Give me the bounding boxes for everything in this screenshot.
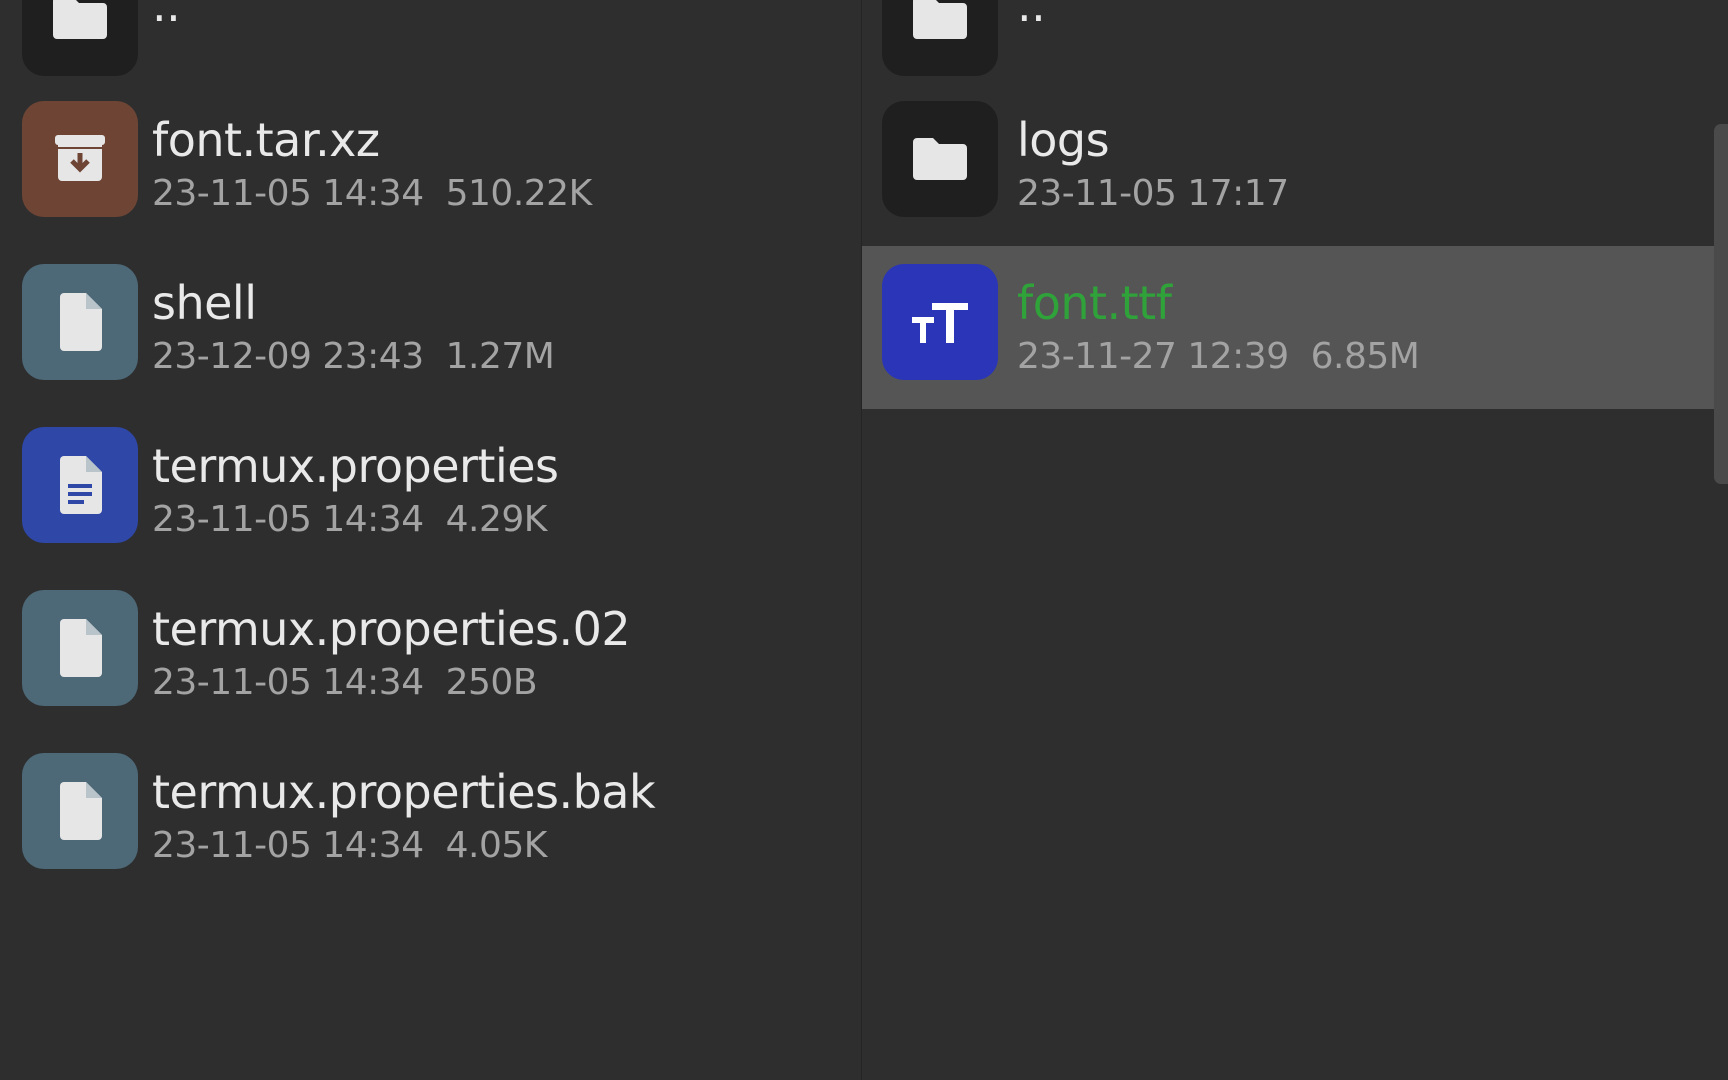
file-name: shell bbox=[152, 276, 257, 330]
file-name: font.tar.xz bbox=[152, 113, 380, 167]
list-item[interactable]: termux.properties 23-11-05 14:34 4.29K bbox=[0, 409, 861, 572]
folder-icon bbox=[882, 101, 998, 217]
file-size: 510.22K bbox=[445, 173, 593, 214]
file-meta: 23-11-05 14:34 4.29K bbox=[152, 499, 547, 540]
file-date: 23-11-05 14:34 bbox=[152, 825, 424, 866]
parent-directory-row[interactable]: .. bbox=[0, 0, 861, 83]
file-size: 1.27M bbox=[445, 336, 555, 377]
file-meta: 23-12-09 23:43 1.27M bbox=[152, 336, 555, 377]
file-meta: 23-11-05 17:17 bbox=[1017, 173, 1289, 214]
file-name: logs bbox=[1017, 113, 1110, 167]
folder-icon bbox=[22, 0, 138, 76]
file-icon bbox=[22, 264, 138, 380]
file-size: 6.85M bbox=[1310, 336, 1420, 377]
right-pane: .. logs 23-11-05 17:17 font.ttf 23-11-27… bbox=[862, 0, 1728, 1080]
file-meta: 23-11-05 14:34 4.05K bbox=[152, 825, 547, 866]
file-size: 4.29K bbox=[445, 499, 548, 540]
file-meta: 23-11-05 14:34 510.22K bbox=[152, 173, 592, 214]
archive-icon bbox=[22, 101, 138, 217]
file-icon bbox=[22, 753, 138, 869]
file-date: 23-11-05 14:34 bbox=[152, 662, 424, 703]
parent-directory-row[interactable]: .. bbox=[862, 0, 1728, 83]
font-icon bbox=[882, 264, 998, 380]
file-size: 4.05K bbox=[445, 825, 548, 866]
list-item[interactable]: font.tar.xz 23-11-05 14:34 510.22K bbox=[0, 83, 861, 246]
list-item[interactable]: shell 23-12-09 23:43 1.27M bbox=[0, 246, 861, 409]
scrollbar[interactable] bbox=[1714, 124, 1728, 484]
list-item[interactable]: termux.properties.02 23-11-05 14:34 250B bbox=[0, 572, 861, 735]
file-date: 23-12-09 23:43 bbox=[152, 336, 424, 377]
file-name: termux.properties bbox=[152, 439, 559, 493]
file-date: 23-11-05 14:34 bbox=[152, 173, 424, 214]
file-icon bbox=[22, 590, 138, 706]
file-date: 23-11-05 17:17 bbox=[1017, 173, 1289, 214]
file-name: .. bbox=[152, 0, 181, 32]
list-item-selected[interactable]: font.ttf 23-11-27 12:39 6.85M bbox=[862, 246, 1728, 409]
file-name: .. bbox=[1017, 0, 1046, 32]
folder-icon bbox=[882, 0, 998, 76]
left-file-list: .. font.tar.xz 23-11-05 14:34 510.22K she… bbox=[0, 0, 861, 898]
left-pane: .. font.tar.xz 23-11-05 14:34 510.22K she… bbox=[0, 0, 861, 1080]
file-meta: 23-11-05 14:34 250B bbox=[152, 662, 538, 703]
file-name: font.ttf bbox=[1017, 276, 1172, 330]
list-item[interactable]: logs 23-11-05 17:17 bbox=[862, 83, 1728, 246]
file-date: 23-11-27 12:39 bbox=[1017, 336, 1289, 377]
file-size: 250B bbox=[445, 662, 538, 703]
list-item[interactable]: termux.properties.bak 23-11-05 14:34 4.05… bbox=[0, 735, 861, 898]
right-file-list: .. logs 23-11-05 17:17 font.ttf 23-11-27… bbox=[862, 0, 1728, 409]
file-name: termux.properties.02 bbox=[152, 602, 631, 656]
file-manager-screen: .. font.tar.xz 23-11-05 14:34 510.22K she… bbox=[0, 0, 1728, 1080]
text-file-icon bbox=[22, 427, 138, 543]
file-name: termux.properties.bak bbox=[152, 765, 656, 819]
file-meta: 23-11-27 12:39 6.85M bbox=[1017, 336, 1420, 377]
file-date: 23-11-05 14:34 bbox=[152, 499, 424, 540]
